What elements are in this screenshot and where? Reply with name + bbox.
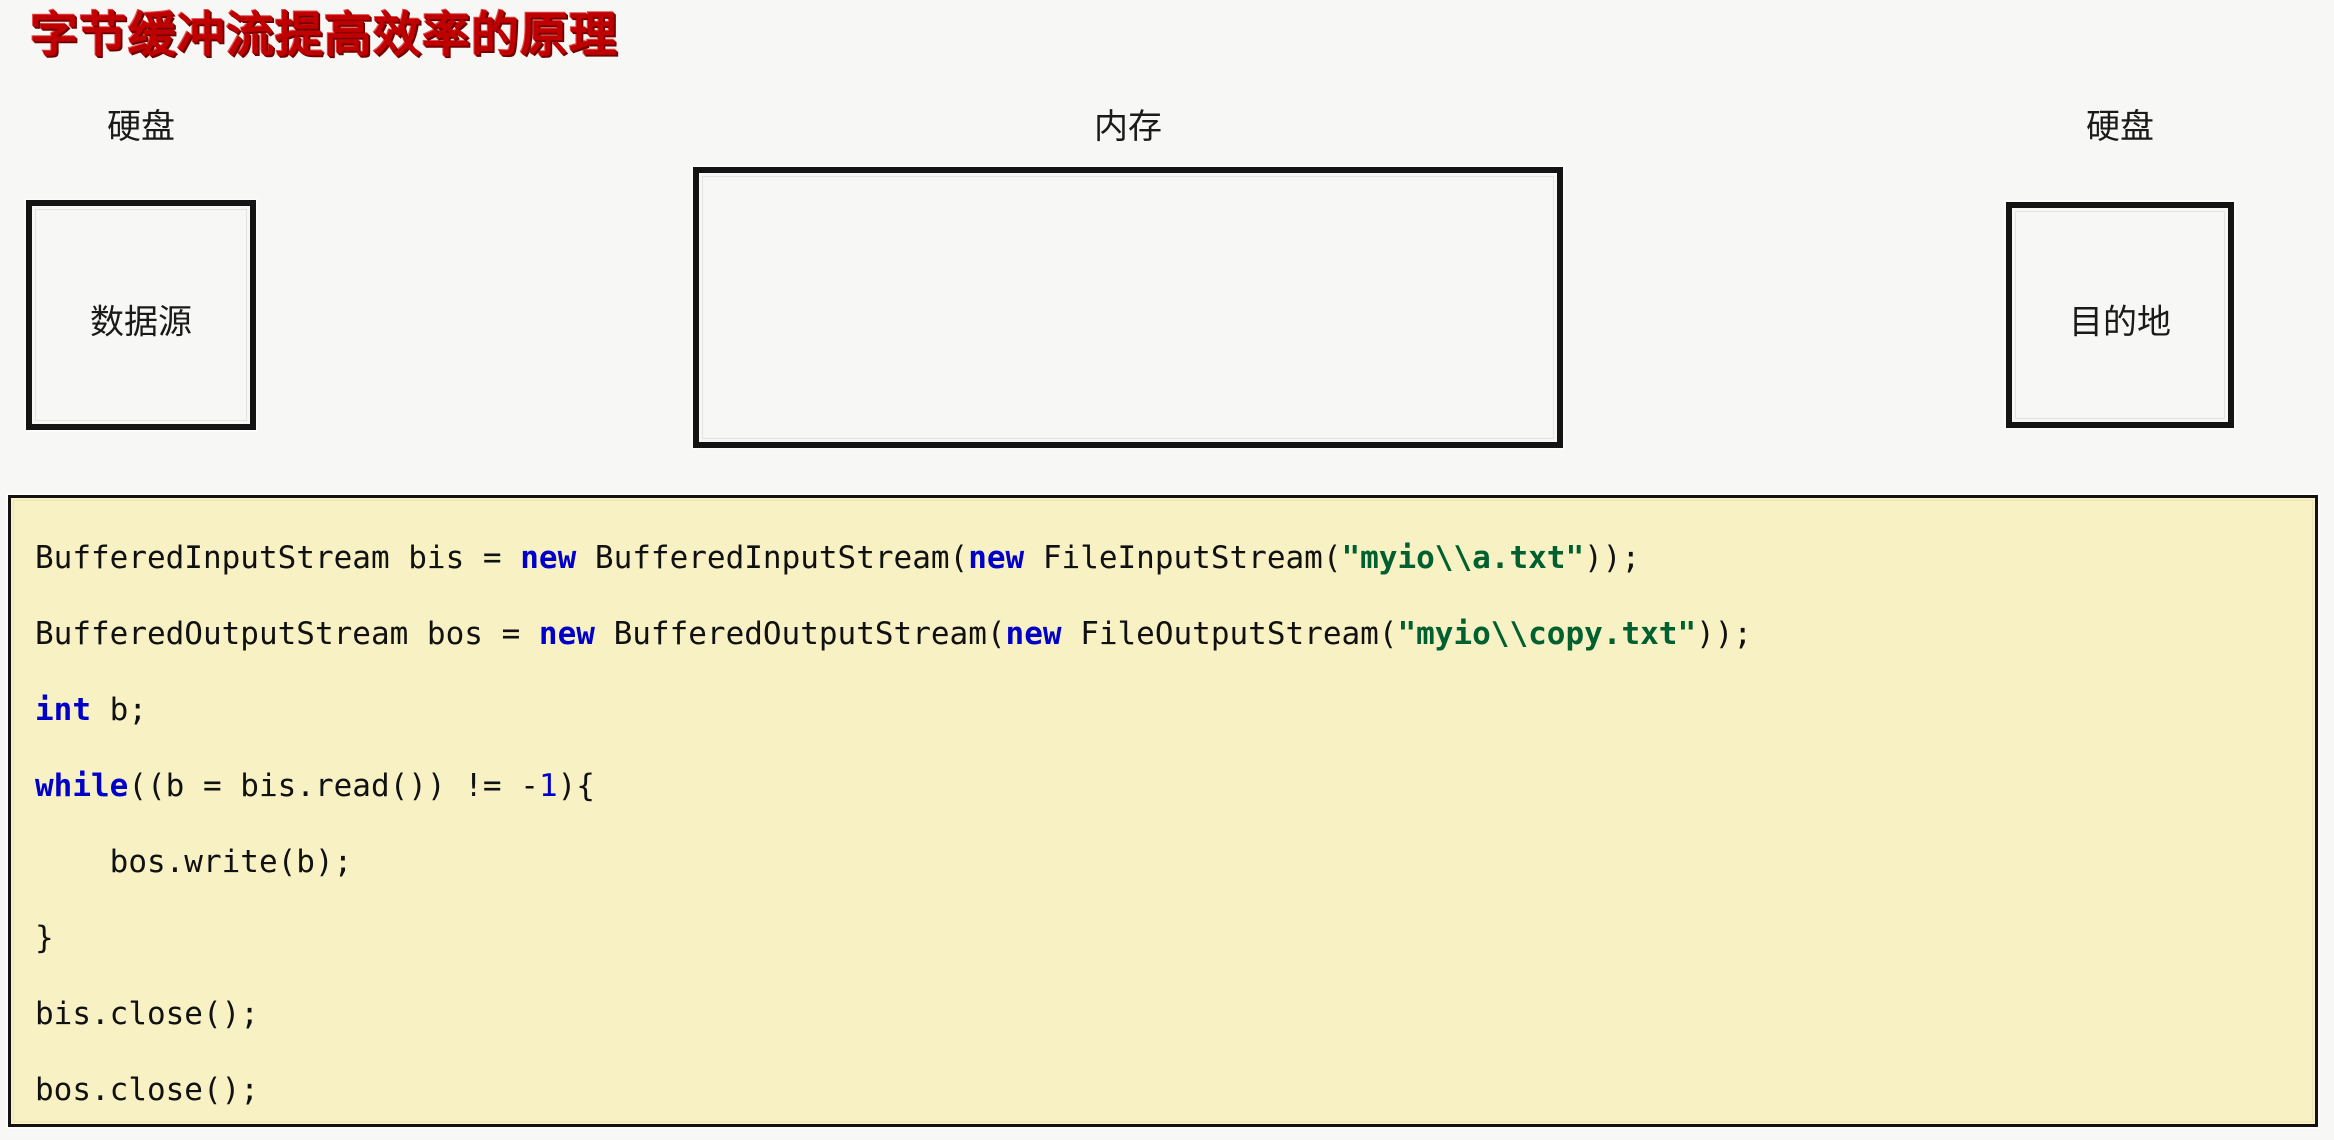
code-line: } — [35, 900, 2315, 976]
code-token-plain: b; — [91, 692, 147, 728]
code-snippet-panel: BufferedInputStream bis = new BufferedIn… — [8, 495, 2318, 1127]
code-token-plain: } — [35, 920, 54, 956]
code-token-keyword: new — [538, 616, 595, 652]
label-disk-right: 硬盘 — [2086, 108, 2154, 146]
code-token-plain: BufferedOutputStream bos = — [35, 616, 539, 652]
code-token-keyword: new — [520, 540, 577, 576]
code-token-plain: FileInputStream( — [1024, 540, 1342, 576]
code-token-plain: )); — [1584, 540, 1641, 576]
code-token-plain: ){ — [557, 768, 595, 804]
code-token-keyword: int — [35, 692, 91, 728]
code-token-keyword: new — [1005, 616, 1062, 652]
code-token-plain: bos.write(b); — [35, 844, 353, 880]
box-data-source-label: 数据源 — [90, 303, 192, 342]
code-line: bos.write(b); — [35, 824, 2315, 900]
box-destination-label: 目的地 — [2069, 303, 2171, 342]
code-token-string: "myio\\copy.txt" — [1397, 616, 1697, 652]
code-line: int b; — [35, 672, 2315, 748]
code-lines: BufferedInputStream bis = new BufferedIn… — [35, 520, 2315, 1124]
code-token-plain: FileOutputStream( — [1061, 616, 1398, 652]
box-memory-buffer — [693, 167, 1563, 448]
code-token-string: "myio\\a.txt" — [1341, 540, 1585, 576]
box-destination: 目的地 — [2006, 202, 2234, 428]
code-token-plain: )); — [1696, 616, 1753, 652]
code-line: while((b = bis.read()) != -1){ — [35, 748, 2315, 824]
box-inner-rule — [702, 176, 1554, 439]
code-line: BufferedOutputStream bos = new BufferedO… — [35, 596, 2315, 672]
code-line: bos.close(); — [35, 1052, 2315, 1124]
code-token-plain: BufferedOutputStream( — [594, 616, 1006, 652]
code-token-plain: bis.close(); — [35, 996, 259, 1032]
code-line: BufferedInputStream bis = new BufferedIn… — [35, 520, 2315, 596]
code-token-plain: ((b = bis.read()) != - — [128, 768, 539, 804]
code-line: bis.close(); — [35, 976, 2315, 1052]
buffered-stream-diagram: 硬盘 内存 硬盘 数据源 目的地 — [0, 0, 2334, 470]
label-disk-left: 硬盘 — [107, 108, 175, 146]
code-token-plain: BufferedInputStream bis = — [35, 540, 521, 576]
code-token-plain: BufferedInputStream( — [576, 540, 969, 576]
code-token-keyword: new — [968, 540, 1025, 576]
code-token-plain: bos.close(); — [35, 1072, 259, 1108]
code-token-keyword: while — [35, 768, 129, 804]
code-token-number: 1 — [538, 768, 558, 804]
box-data-source: 数据源 — [26, 200, 256, 430]
label-memory: 内存 — [1094, 108, 1162, 146]
